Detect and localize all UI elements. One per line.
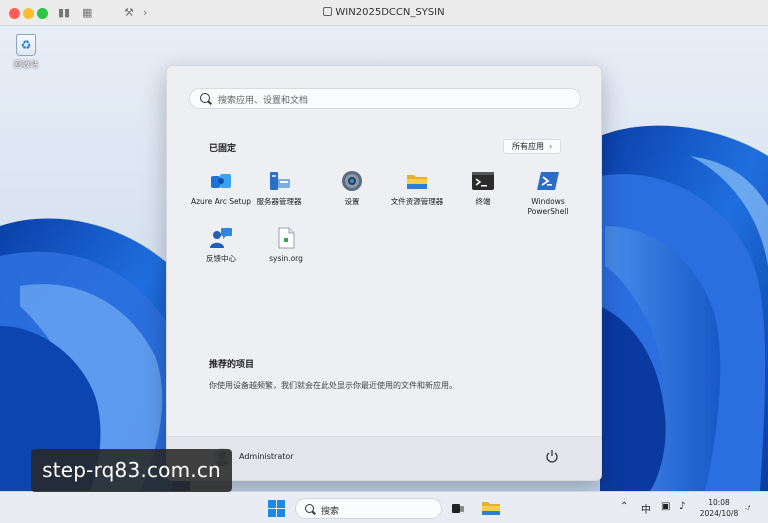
volume-icon[interactable]: ♪: [679, 501, 685, 512]
clock-date: 2024/10/8: [699, 509, 739, 518]
file-explorer-taskbar-icon[interactable]: [482, 501, 500, 515]
recycle-bin-label: 回收站: [14, 60, 38, 69]
pinned-app-file-explorer[interactable]: 文件资源管理器: [383, 169, 451, 207]
pinned-app-sysin-org[interactable]: sysin.org: [252, 226, 320, 264]
watermark-label: step-rq83.com.cn: [31, 449, 232, 492]
azure-arc-icon: [209, 169, 233, 193]
pinned-app-feedback-hub[interactable]: 反馈中心: [187, 226, 255, 264]
chevron-up-icon[interactable]: ⌃: [620, 501, 628, 512]
notification-bell-icon[interactable]: ⍻: [745, 502, 751, 513]
search-icon: [305, 504, 314, 513]
settings-gear-icon: [340, 169, 364, 193]
clock-time: 10:08: [708, 498, 730, 507]
start-button[interactable]: [268, 500, 286, 518]
pinned-app-server-manager[interactable]: 服务器管理器: [245, 169, 313, 207]
host-title-bar: ▮▮ ▦ ⚒ › WIN2025DCCN_SYSIN: [0, 0, 768, 26]
all-apps-button[interactable]: 所有应用 ›: [503, 139, 562, 154]
chevron-right-icon: ›: [549, 142, 553, 151]
start-menu: 搜索应用、设置和文档 已固定 所有应用 › Azure Arc Setup 服务器…: [166, 65, 602, 481]
recommended-section-title: 推荐的项目: [209, 360, 255, 370]
recycle-bin-icon: ♻: [16, 34, 36, 56]
window-title: WIN2025DCCN_SYSIN: [0, 7, 768, 18]
task-view-icon[interactable]: [452, 502, 464, 514]
search-icon: [200, 93, 210, 103]
server-manager-icon: [267, 169, 291, 193]
power-icon[interactable]: [545, 449, 559, 463]
start-menu-footer: Administrator: [167, 436, 601, 480]
search-placeholder: 搜索应用、设置和文档: [218, 96, 309, 106]
network-icon[interactable]: ▣: [661, 501, 670, 512]
taskbar-clock[interactable]: 10:08 2024/10/8: [697, 497, 741, 519]
terminal-icon: [471, 169, 495, 193]
pinned-app-settings[interactable]: 设置: [318, 169, 386, 207]
windows-logo-icon: [268, 500, 276, 508]
vm-icon: [323, 7, 333, 16]
folder-icon: [405, 169, 429, 193]
feedback-hub-icon: [209, 226, 233, 250]
text-file-icon: [274, 226, 298, 250]
taskbar-search-box[interactable]: 搜索: [295, 498, 442, 519]
recommended-empty-text: 你使用设备越频繁，我们就会在此处显示你最近使用的文件和新应用。: [209, 381, 457, 390]
start-search-input[interactable]: 搜索应用、设置和文档: [189, 88, 581, 109]
ime-indicator[interactable]: 中: [641, 501, 651, 516]
recycle-bin-shortcut[interactable]: ♻ 回收站: [8, 34, 44, 70]
powershell-icon: [536, 169, 560, 193]
desktop: ♻ 回收站 搜索应用、设置和文档 已固定 所有应用 › Azure Arc Set…: [0, 26, 768, 491]
taskbar: 搜索 ⌃ 中 ▣ ♪ 10:08 2024/10/8 ⍻: [0, 491, 768, 523]
pinned-app-windows-powershell[interactable]: Windows PowerShell: [514, 169, 582, 217]
pinned-app-terminal[interactable]: 终端: [449, 169, 517, 207]
user-name[interactable]: Administrator: [239, 452, 294, 461]
pinned-section-title: 已固定: [209, 144, 237, 154]
